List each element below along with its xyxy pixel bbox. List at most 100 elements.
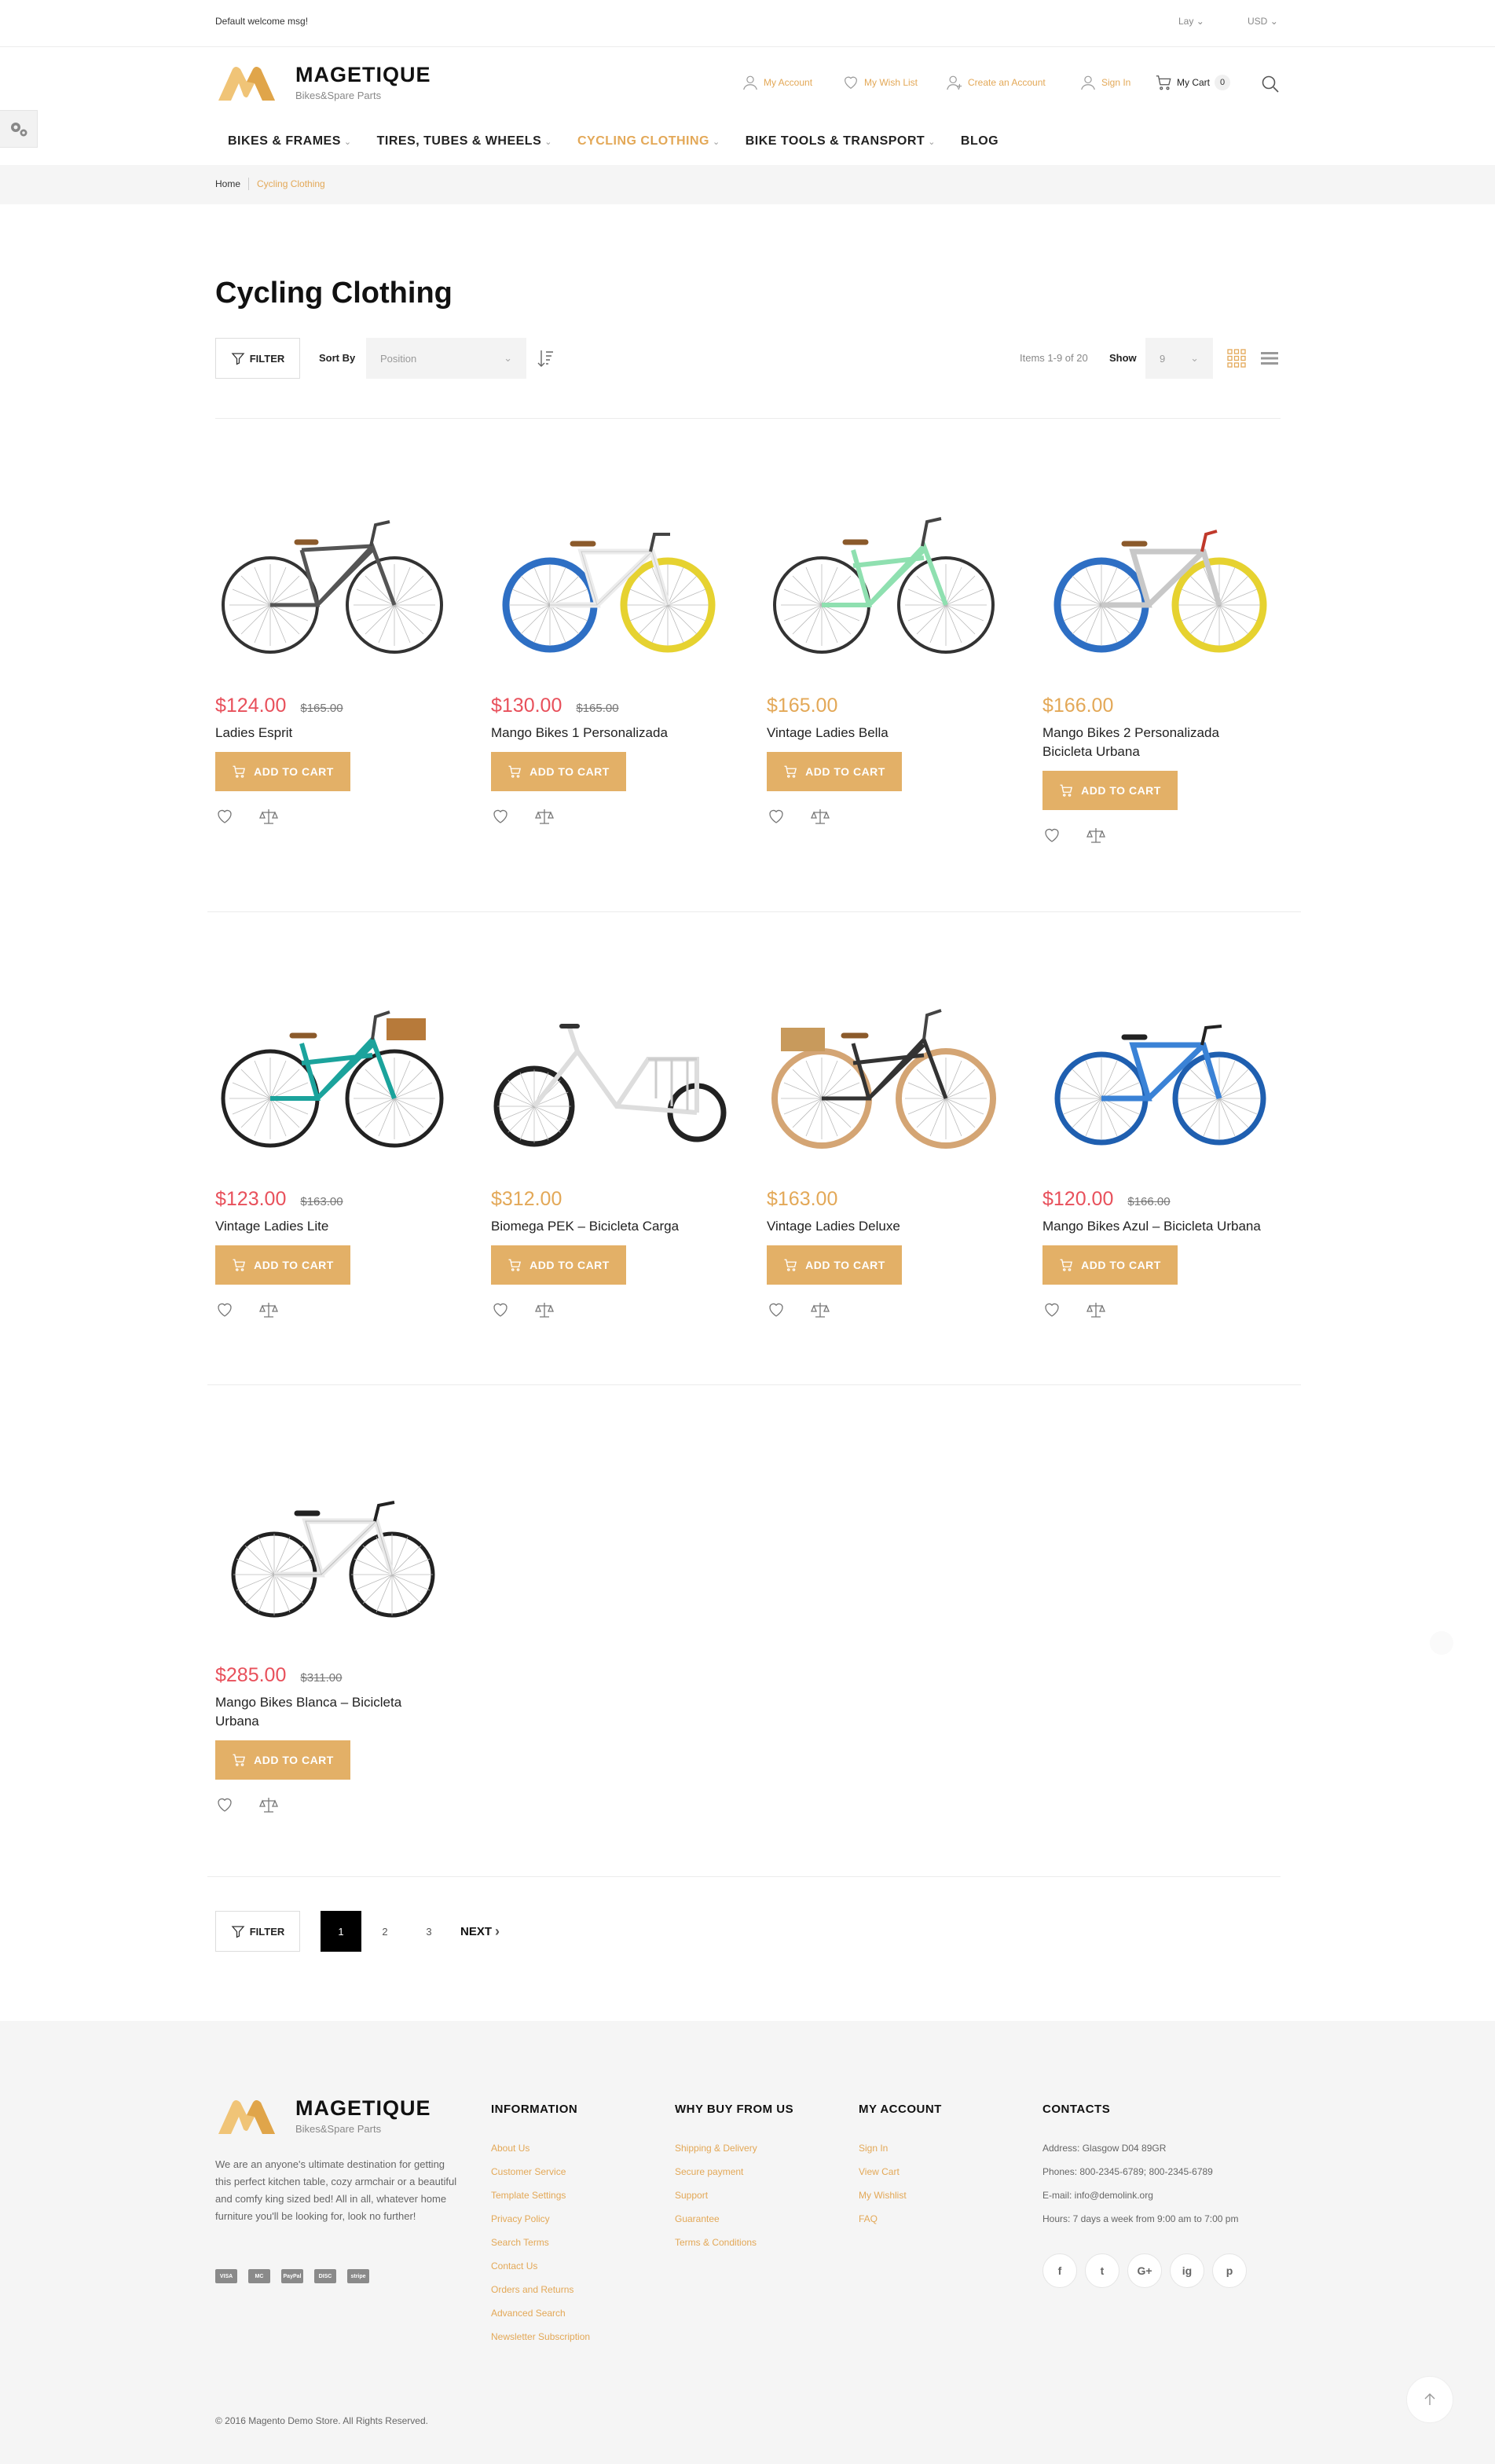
- currency-switcher[interactable]: USD ⌄: [1248, 16, 1278, 27]
- footer-link[interactable]: FAQ: [859, 2207, 942, 2231]
- nav-item-blog[interactable]: BLOG: [948, 126, 1011, 157]
- footer-link[interactable]: Template Settings: [491, 2184, 590, 2207]
- wish-list-link[interactable]: My Wish List: [842, 74, 918, 91]
- footer-link[interactable]: My Wishlist: [859, 2184, 942, 2207]
- contact-hours: Hours: 7 days a week from 9:00 am to 7:0…: [1042, 2213, 1239, 2224]
- product-image[interactable]: [1042, 479, 1278, 684]
- wishlist-heart-icon[interactable]: [215, 1300, 234, 1319]
- footer-link[interactable]: Sign In: [859, 2136, 942, 2160]
- add-to-cart-button[interactable]: ADD TO CART: [767, 752, 902, 791]
- compare-scale-icon[interactable]: [811, 807, 830, 826]
- product-name[interactable]: Vintage Ladies Bella: [767, 724, 995, 742]
- add-to-cart-button[interactable]: ADD TO CART: [215, 1245, 350, 1285]
- product-name[interactable]: Vintage Ladies Lite: [215, 1217, 443, 1236]
- product-image[interactable]: [215, 973, 451, 1177]
- add-to-cart-button[interactable]: ADD TO CART: [1042, 1245, 1178, 1285]
- limiter-select[interactable]: 9 ⌄: [1145, 338, 1213, 379]
- grid-view-icon[interactable]: [1227, 349, 1246, 368]
- sort-by-select[interactable]: Position ⌄: [366, 338, 526, 379]
- wishlist-heart-icon[interactable]: [767, 807, 786, 826]
- settings-panel-toggle[interactable]: [0, 110, 38, 148]
- nav-item-bike-tools-transport[interactable]: BIKE TOOLS & TRANSPORT ⌄: [733, 126, 948, 157]
- nav-item-bikes-frames[interactable]: BIKES & FRAMES ⌄: [215, 126, 365, 157]
- add-to-cart-button[interactable]: ADD TO CART: [491, 1245, 626, 1285]
- wishlist-heart-icon[interactable]: [1042, 1300, 1061, 1319]
- footer-link[interactable]: Search Terms: [491, 2231, 590, 2254]
- product-name[interactable]: Biomega PEK – Bicicleta Carga: [491, 1217, 719, 1236]
- add-to-cart-button[interactable]: ADD TO CART: [1042, 771, 1178, 810]
- search-icon[interactable]: [1260, 74, 1281, 94]
- list-view-icon[interactable]: [1260, 349, 1279, 368]
- add-to-cart-button[interactable]: ADD TO CART: [215, 1740, 350, 1780]
- back-to-top-button[interactable]: [1406, 2376, 1453, 2423]
- logo-mark-icon: [218, 67, 275, 101]
- product-name[interactable]: Mango Bikes Azul – Bicicleta Urbana: [1042, 1217, 1270, 1236]
- footer-link[interactable]: Secure payment: [675, 2160, 793, 2184]
- footer-link[interactable]: Customer Service: [491, 2160, 590, 2184]
- product-image[interactable]: [491, 479, 727, 684]
- footer-link[interactable]: Contact Us: [491, 2254, 590, 2278]
- logo[interactable]: MAGETIQUE Bikes&Spare Parts: [215, 63, 451, 107]
- wishlist-heart-icon[interactable]: [491, 1300, 510, 1319]
- nav-item-cycling-clothing[interactable]: CYCLING CLOTHING ⌄: [565, 126, 733, 157]
- add-to-cart-button[interactable]: ADD TO CART: [491, 752, 626, 791]
- footer-link[interactable]: Guarantee: [675, 2207, 793, 2231]
- compare-scale-icon[interactable]: [259, 807, 278, 826]
- instagram-icon[interactable]: ig: [1170, 2253, 1204, 2288]
- filter-button-bottom[interactable]: FILTER: [215, 1911, 300, 1952]
- language-switcher[interactable]: Lay ⌄: [1178, 16, 1204, 27]
- product-name[interactable]: Mango Bikes Blanca – Bicicleta Urbana: [215, 1693, 443, 1731]
- compare-scale-icon[interactable]: [811, 1300, 830, 1319]
- footer-link[interactable]: About Us: [491, 2136, 590, 2160]
- product-name[interactable]: Mango Bikes 1 Personalizada: [491, 724, 719, 742]
- sort-direction-icon[interactable]: [534, 347, 556, 369]
- page-3[interactable]: 3: [409, 1911, 449, 1952]
- product-image[interactable]: [767, 973, 1002, 1177]
- footer-link[interactable]: Orders and Returns: [491, 2278, 590, 2301]
- breadcrumb-home[interactable]: Home: [215, 178, 240, 189]
- footer-logo[interactable]: MAGETIQUE Bikes&Spare Parts: [215, 2096, 451, 2140]
- next-page-link[interactable]: NEXT ›: [460, 1923, 500, 1940]
- compare-scale-icon[interactable]: [535, 1300, 554, 1319]
- footer-link[interactable]: Terms & Conditions: [675, 2231, 793, 2254]
- nav-item-tires-tubes-wheels[interactable]: TIRES, TUBES & WHEELS ⌄: [365, 126, 565, 157]
- my-account-link[interactable]: My Account: [742, 74, 812, 91]
- wishlist-heart-icon[interactable]: [491, 807, 510, 826]
- product-image[interactable]: [767, 479, 1002, 684]
- add-to-cart-button[interactable]: ADD TO CART: [215, 752, 350, 791]
- compare-scale-icon[interactable]: [259, 1300, 278, 1319]
- compare-scale-icon[interactable]: [535, 807, 554, 826]
- compare-scale-icon[interactable]: [259, 1795, 278, 1814]
- footer-link[interactable]: Privacy Policy: [491, 2207, 590, 2231]
- footer-link[interactable]: Advanced Search: [491, 2301, 590, 2325]
- product-image[interactable]: [215, 479, 451, 684]
- product-card: $285.00 $311.00 Mango Bikes Blanca – Bici…: [215, 1449, 451, 1814]
- footer-link[interactable]: Shipping & Delivery: [675, 2136, 793, 2160]
- create-account-link[interactable]: Create an Account: [946, 74, 1046, 91]
- product-name[interactable]: Vintage Ladies Deluxe: [767, 1217, 995, 1236]
- wishlist-heart-icon[interactable]: [1042, 826, 1061, 845]
- sign-in-link[interactable]: Sign In: [1079, 74, 1130, 91]
- mini-cart-link[interactable]: My Cart 0: [1155, 74, 1230, 91]
- wishlist-heart-icon[interactable]: [215, 807, 234, 826]
- product-name[interactable]: Mango Bikes 2 Personalizada Bicicleta Ur…: [1042, 724, 1270, 761]
- compare-scale-icon[interactable]: [1086, 1300, 1105, 1319]
- product-name[interactable]: Ladies Esprit: [215, 724, 443, 742]
- footer-link[interactable]: Newsletter Subscription: [491, 2325, 590, 2348]
- product-image[interactable]: [491, 973, 727, 1177]
- page-1[interactable]: 1: [321, 1911, 361, 1952]
- compare-scale-icon[interactable]: [1086, 826, 1105, 845]
- wishlist-heart-icon[interactable]: [767, 1300, 786, 1319]
- google-plus-icon[interactable]: G+: [1127, 2253, 1162, 2288]
- add-to-cart-button[interactable]: ADD TO CART: [767, 1245, 902, 1285]
- facebook-icon[interactable]: f: [1042, 2253, 1077, 2288]
- twitter-icon[interactable]: t: [1085, 2253, 1119, 2288]
- product-image[interactable]: [215, 1449, 451, 1653]
- wishlist-heart-icon[interactable]: [215, 1795, 234, 1814]
- pinterest-icon[interactable]: p: [1212, 2253, 1247, 2288]
- product-image[interactable]: [1042, 973, 1278, 1177]
- footer-link[interactable]: View Cart: [859, 2160, 942, 2184]
- page-2[interactable]: 2: [365, 1911, 405, 1952]
- filter-button[interactable]: FILTER: [215, 338, 300, 379]
- footer-link[interactable]: Support: [675, 2184, 793, 2207]
